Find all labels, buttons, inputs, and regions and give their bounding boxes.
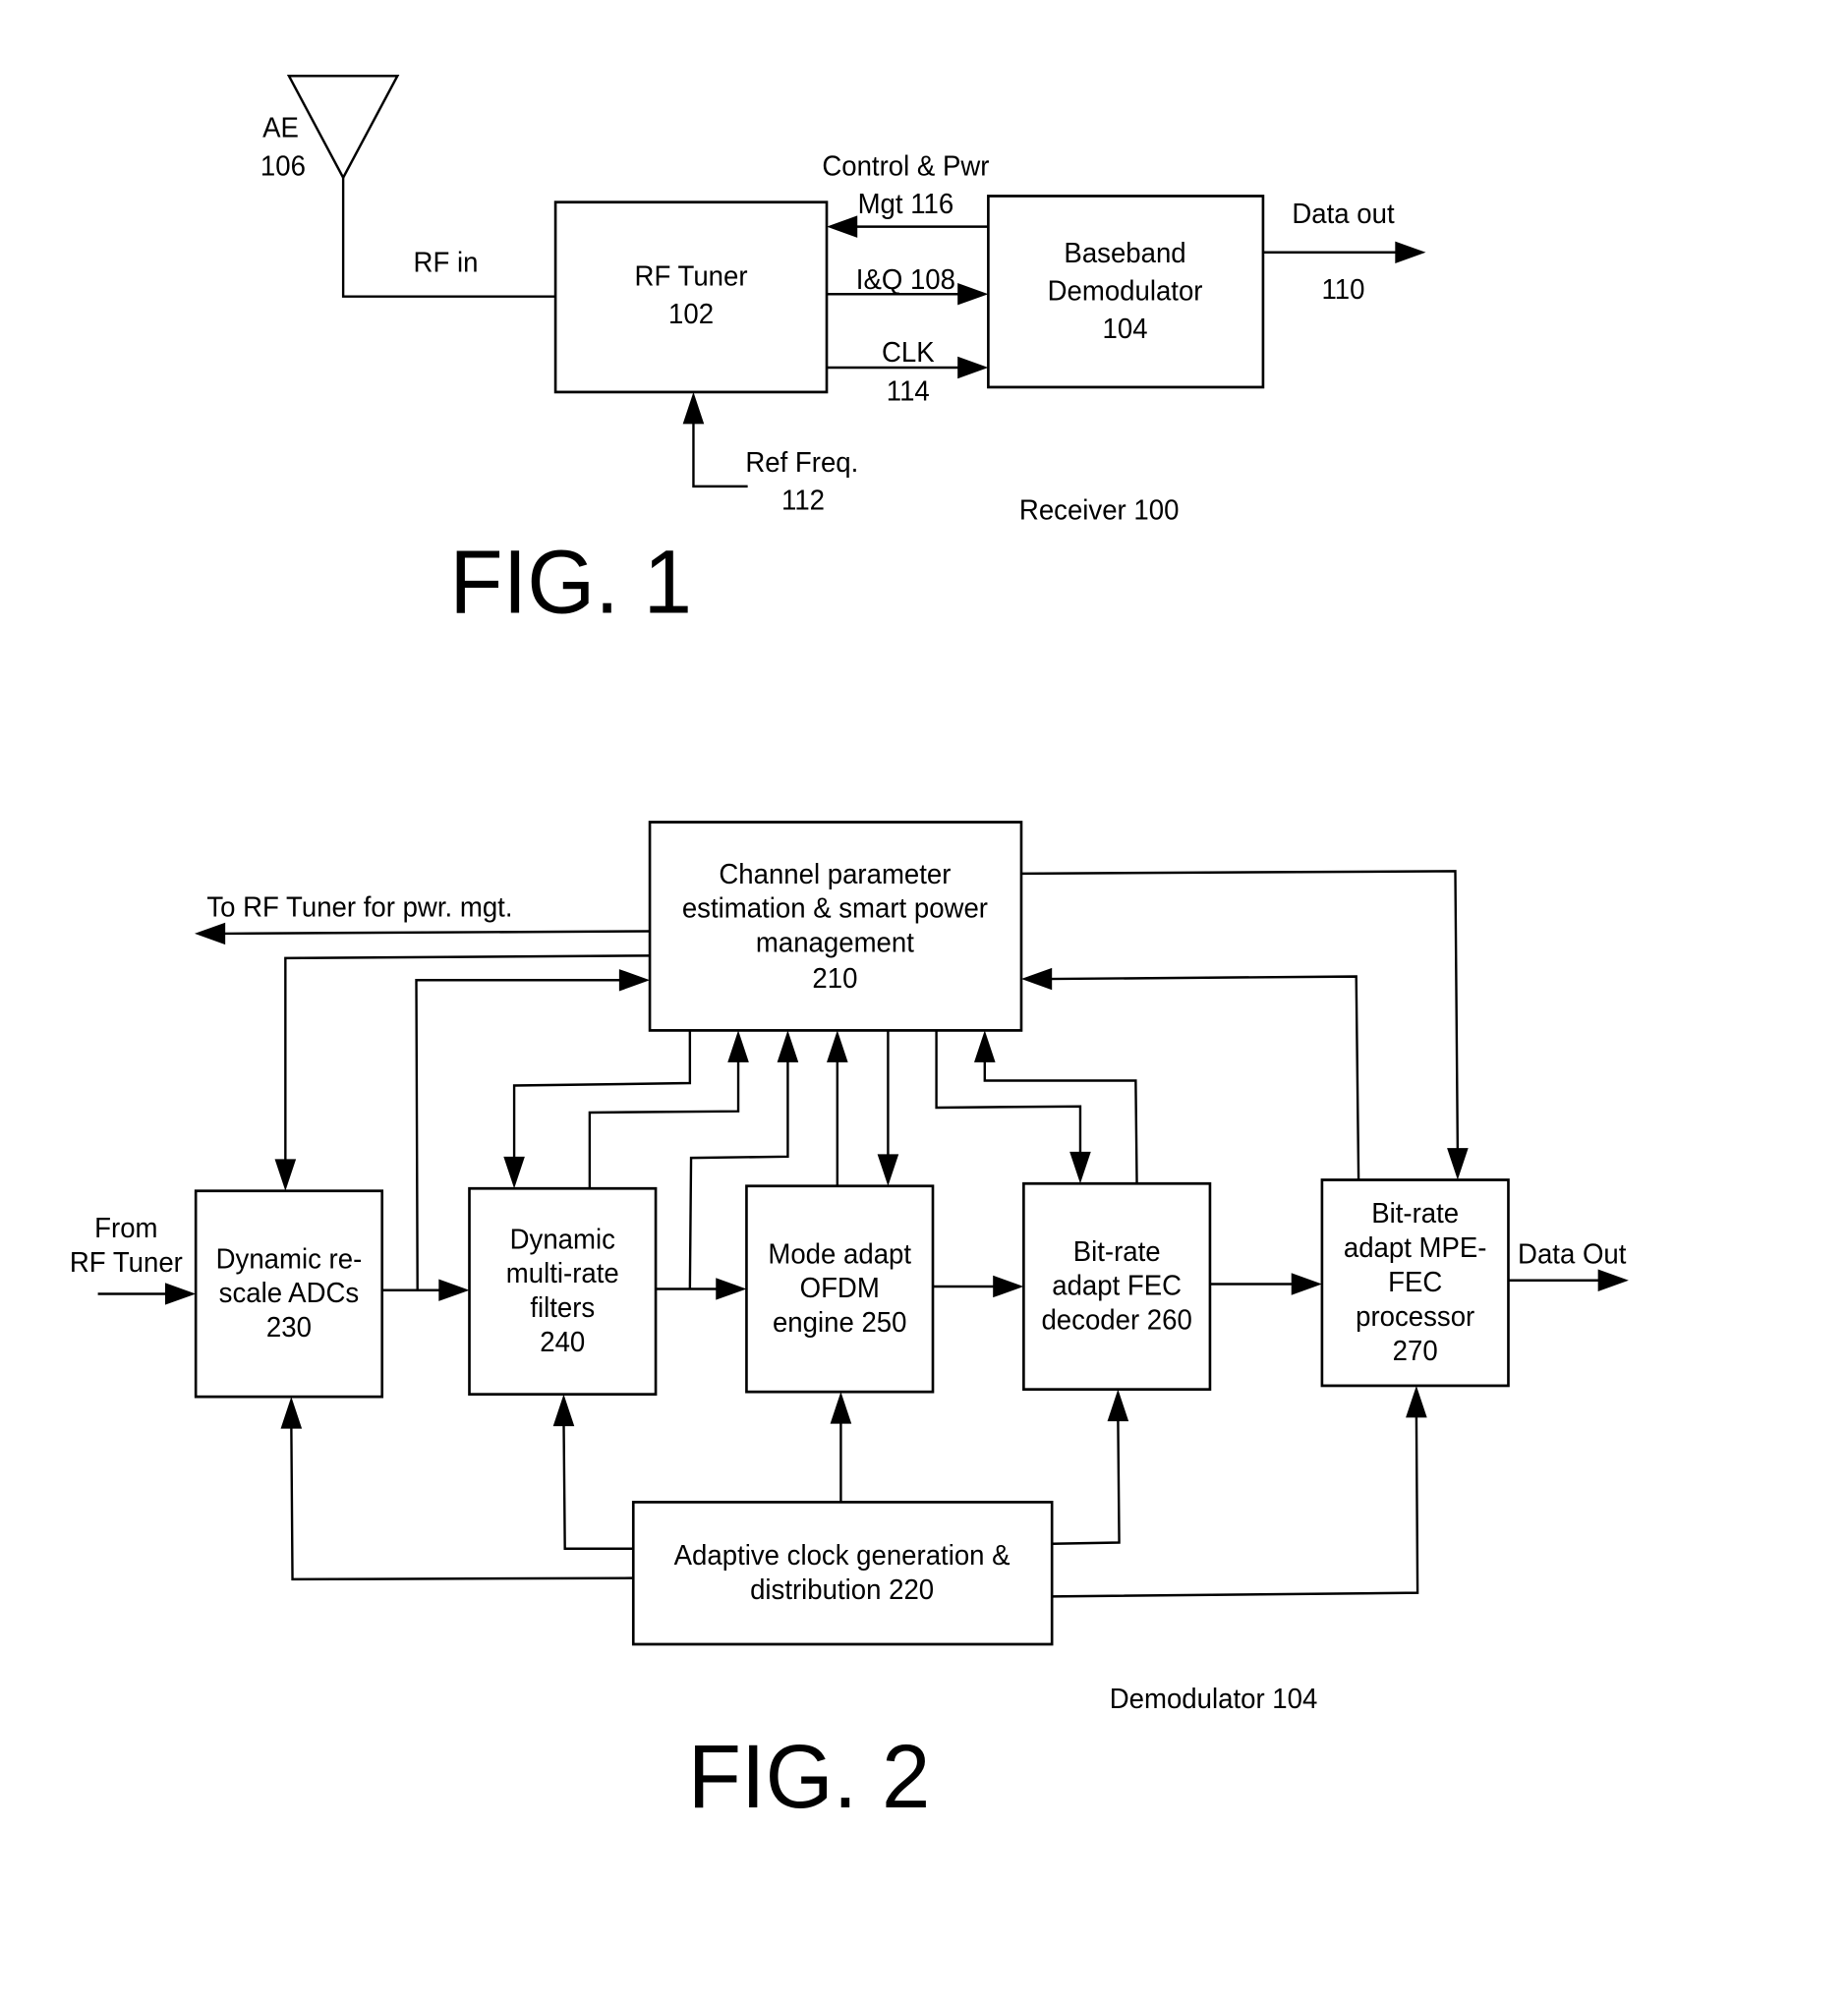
- ofdm-line3: engine 250: [773, 1307, 907, 1339]
- arrow-left-icon: [827, 215, 858, 238]
- baseband-demodulator-line1: Baseband: [1064, 237, 1185, 268]
- fig2-demodulator-diagram: Channel parameter estimation & smart pow…: [70, 821, 1629, 1827]
- receiver-system-label: Receiver 100: [1019, 494, 1180, 526]
- baseband-demodulator-number: 104: [1103, 314, 1148, 345]
- arrow-up-icon: [830, 1392, 852, 1424]
- clock-line2: distribution 220: [750, 1573, 934, 1605]
- channel-param-number: 210: [812, 962, 857, 994]
- arrow-up-icon: [1406, 1385, 1427, 1418]
- demodulator-system-label: Demodulator 104: [1110, 1683, 1318, 1714]
- ref-freq-label-line2: 112: [781, 485, 825, 516]
- arrow-right-icon: [716, 1278, 747, 1300]
- filters-line1: Dynamic: [510, 1224, 615, 1255]
- fec-line1: Bit-rate: [1073, 1235, 1161, 1267]
- mpe-to-channel-wire: [1047, 975, 1360, 1180]
- rf-in-label: RF in: [414, 247, 479, 278]
- mpe-line2: adapt MPE-: [1344, 1232, 1487, 1264]
- channel-param-line3: management: [756, 927, 914, 958]
- fec-line3: decoder 260: [1041, 1304, 1191, 1336]
- from-rf-tuner-label-line2: RF Tuner: [70, 1247, 183, 1279]
- clock-to-fec-wire: [1052, 1416, 1121, 1546]
- filters-to-channel-wire: [588, 1056, 740, 1189]
- channel-param-line1: Channel parameter: [719, 858, 951, 889]
- arrow-up-icon: [727, 1030, 749, 1062]
- arrow-down-icon: [274, 1159, 297, 1191]
- arrow-left-icon: [194, 922, 226, 945]
- arrow-right-icon: [438, 1279, 470, 1301]
- rf-tuner-number: 102: [668, 299, 714, 330]
- arrow-up-icon: [1107, 1389, 1129, 1422]
- iq-label: I&Q 108: [856, 264, 955, 296]
- clock-to-mpe-wire: [1052, 1412, 1419, 1598]
- ref-freq-wire: [692, 419, 748, 488]
- adc-line1: Dynamic re-: [216, 1243, 363, 1275]
- rf-tuner-title: RF Tuner: [635, 260, 748, 292]
- control-pwr-label-line2: Mgt 116: [858, 188, 954, 219]
- arrow-up-icon: [777, 1030, 799, 1062]
- mpe-line1: Bit-rate: [1371, 1198, 1459, 1230]
- rf-tuner-block[interactable]: [553, 200, 829, 394]
- ofdm-line1: Mode adapt: [768, 1238, 911, 1270]
- fig2-caption: FIG. 2: [688, 1726, 931, 1827]
- arrow-right-icon: [618, 969, 651, 992]
- arrow-up-icon: [280, 1397, 303, 1429]
- fig1-caption: FIG. 1: [449, 532, 692, 633]
- arrow-up-icon: [682, 391, 705, 425]
- mpe-line4: processor: [1356, 1300, 1474, 1332]
- to-rf-tuner-wire: [221, 930, 651, 936]
- channel-to-fec-wire: [935, 1030, 1082, 1157]
- arrow-right-icon: [993, 1275, 1024, 1298]
- arrow-right-icon: [1291, 1273, 1322, 1295]
- clk-label-line2: 114: [887, 375, 930, 407]
- rf-in-wire: [341, 177, 556, 298]
- arrow-down-icon: [1069, 1151, 1091, 1184]
- from-rf-tuner-label-line1: From: [94, 1213, 157, 1244]
- fec-line2: adapt FEC: [1052, 1270, 1182, 1301]
- fec-to-channel-wire: [983, 1056, 1138, 1184]
- filters-number: 240: [540, 1327, 585, 1358]
- antenna-label-name: AE: [262, 112, 299, 143]
- adc-number: 230: [266, 1312, 312, 1344]
- to-rf-tuner-label: To RF Tuner for pwr. mgt.: [206, 891, 512, 923]
- antenna-label-number: 106: [260, 150, 306, 182]
- channel-to-adc-wire: [284, 954, 651, 1165]
- channel-param-line2: estimation & smart power: [682, 892, 988, 924]
- arrow-right-icon: [1395, 241, 1426, 264]
- mpe-line3: FEC: [1388, 1266, 1442, 1297]
- clock-to-filters-wire: [562, 1421, 634, 1550]
- arrow-up-icon: [973, 1030, 996, 1062]
- arrow-up-icon: [827, 1030, 848, 1062]
- arrow-down-icon: [1447, 1148, 1469, 1180]
- fig2-data-out-label: Data Out: [1518, 1238, 1627, 1270]
- clock-to-adc-wire: [290, 1423, 634, 1581]
- filters-line2: multi-rate: [506, 1258, 619, 1289]
- arrow-down-icon: [503, 1156, 525, 1189]
- channel-to-mpe-wire: [1020, 870, 1460, 1154]
- clk-label-line1: CLK: [882, 336, 935, 368]
- arrow-right-icon: [1597, 1269, 1629, 1291]
- arrow-right-icon: [957, 282, 989, 306]
- arrow-right-icon: [957, 356, 989, 379]
- arrow-left-icon: [1020, 967, 1053, 991]
- control-pwr-label-line1: Control & Pwr: [822, 150, 989, 182]
- ref-freq-label-line1: Ref Freq.: [745, 446, 858, 478]
- mpe-number: 270: [1393, 1335, 1438, 1366]
- arrow-up-icon: [552, 1394, 575, 1427]
- arrow-right-icon: [164, 1283, 197, 1305]
- clock-line1: Adaptive clock generation &: [674, 1539, 1011, 1571]
- ofdm-line2: OFDM: [800, 1273, 880, 1304]
- baseband-demodulator-line2: Demodulator: [1048, 275, 1203, 307]
- fig1-receiver-diagram: AE 106 RF in RF Tuner 102 Baseband Demod…: [260, 75, 1426, 633]
- arrow-down-icon: [877, 1154, 899, 1186]
- data-out-label-line1: Data out: [1292, 198, 1394, 229]
- data-out-label-line2: 110: [1322, 274, 1365, 306]
- channel-to-filters-wire: [512, 1030, 692, 1162]
- patent-figure-sheet: AE 106 RF in RF Tuner 102 Baseband Demod…: [70, 75, 1629, 1827]
- filters-line3: filters: [530, 1292, 595, 1324]
- adc-line2: scale ADCs: [219, 1278, 360, 1309]
